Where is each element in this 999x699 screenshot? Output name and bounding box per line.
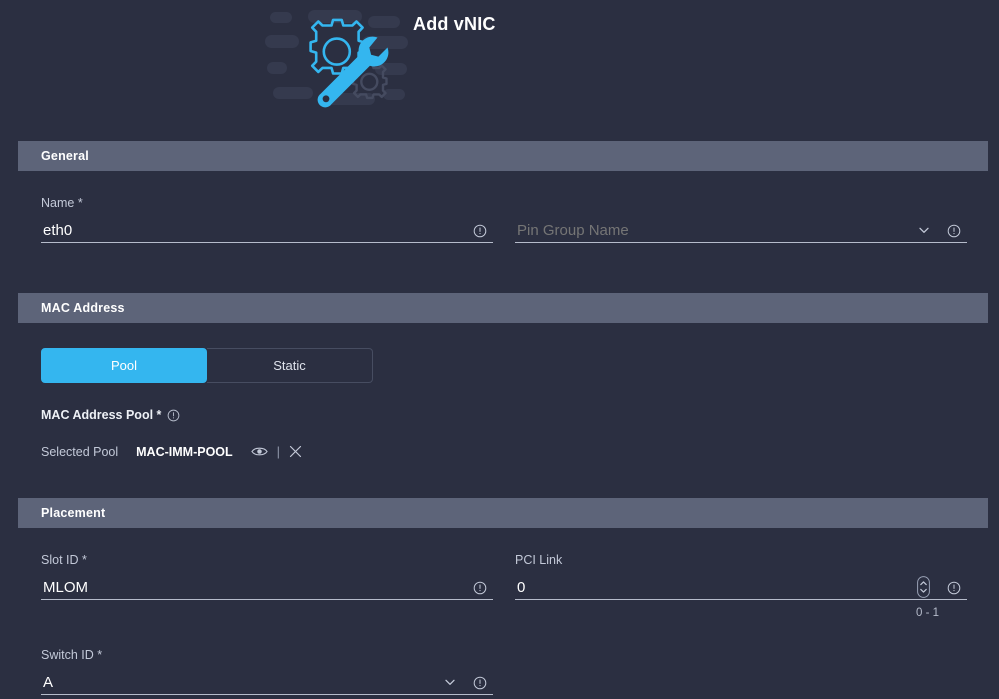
switch-id-field-group: Switch ID * bbox=[41, 648, 493, 695]
gear-wrench-illustration bbox=[265, 5, 410, 113]
section-title-mac-address: MAC Address bbox=[41, 301, 125, 315]
slot-id-field-group: Slot ID * bbox=[41, 553, 493, 600]
info-icon[interactable] bbox=[947, 581, 961, 595]
info-icon[interactable] bbox=[473, 581, 487, 595]
selected-pool-label: Selected Pool bbox=[41, 444, 119, 459]
section-header-placement: Placement bbox=[18, 498, 988, 528]
info-icon[interactable] bbox=[473, 676, 487, 690]
section-title-placement: Placement bbox=[41, 506, 106, 520]
pin-group-name-input[interactable] bbox=[515, 220, 967, 242]
name-field-label: Name * bbox=[41, 196, 83, 210]
switch-id-field-label: Switch ID * bbox=[41, 648, 103, 662]
pin-group-field-line bbox=[515, 216, 967, 243]
mac-address-source-toggle: Pool Static bbox=[41, 348, 373, 383]
eye-icon[interactable] bbox=[250, 445, 268, 458]
chevron-down-icon[interactable] bbox=[917, 223, 931, 237]
mac-address-pool-label: MAC Address Pool * bbox=[41, 408, 162, 422]
section-header-general: General bbox=[18, 141, 988, 171]
info-icon[interactable] bbox=[167, 409, 180, 422]
section-header-mac-address: MAC Address bbox=[18, 293, 988, 323]
selected-pool-value: MAC-IMM-POOL bbox=[136, 444, 233, 459]
name-field-group: Name * bbox=[41, 196, 493, 243]
chevron-down-icon[interactable] bbox=[443, 675, 457, 689]
toggle-option-static[interactable]: Static bbox=[207, 348, 373, 383]
selected-pool-row: Selected Pool MAC-IMM-POOL | bbox=[41, 444, 302, 459]
pci-link-field-line bbox=[515, 573, 967, 600]
info-icon[interactable] bbox=[473, 224, 487, 238]
switch-id-input[interactable] bbox=[41, 672, 493, 694]
pci-link-field-group: PCI Link 0 - 1 bbox=[515, 553, 967, 619]
slot-id-field-label: Slot ID * bbox=[41, 553, 87, 567]
row-divider: | bbox=[276, 444, 281, 459]
page-title: Add vNIC bbox=[413, 14, 496, 34]
close-icon[interactable] bbox=[289, 445, 302, 458]
pci-link-field-label: PCI Link bbox=[515, 553, 563, 567]
switch-id-field-line bbox=[41, 668, 493, 695]
mac-address-pool-label-row: MAC Address Pool * bbox=[41, 408, 180, 422]
info-icon[interactable] bbox=[947, 224, 961, 238]
name-input[interactable] bbox=[41, 220, 493, 242]
number-stepper-icon[interactable] bbox=[917, 576, 930, 598]
dialog-header: Add vNIC bbox=[0, 0, 999, 118]
toggle-option-pool[interactable]: Pool bbox=[41, 348, 207, 383]
name-field-line bbox=[41, 216, 493, 243]
pci-link-input[interactable] bbox=[515, 577, 967, 599]
pin-group-field-group bbox=[515, 196, 967, 243]
section-title-general: General bbox=[41, 149, 89, 163]
pci-link-range-hint: 0 - 1 bbox=[915, 607, 939, 619]
slot-id-field-line bbox=[41, 573, 493, 600]
slot-id-input[interactable] bbox=[41, 577, 493, 599]
